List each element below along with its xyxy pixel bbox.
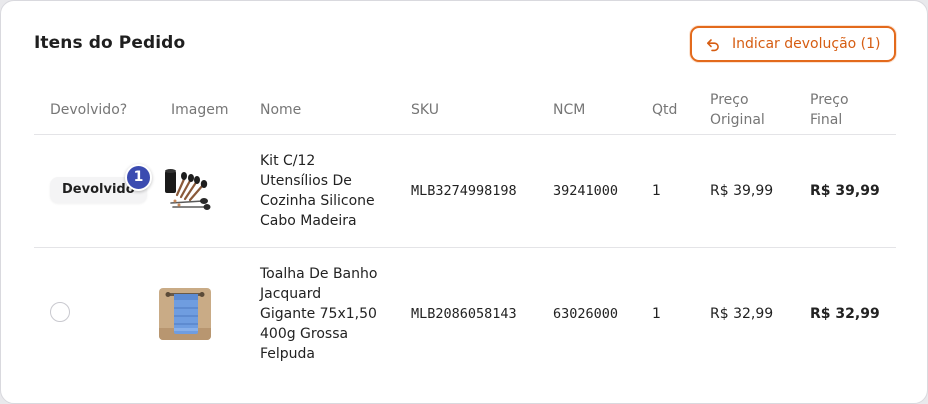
header-sku: SKU — [411, 102, 439, 118]
undo-arrow-icon — [706, 37, 720, 52]
indicate-return-button[interactable]: Indicar devolução (1) — [690, 26, 896, 62]
product-name-line: Cabo Madeira — [260, 213, 357, 229]
indicate-return-label: Indicar devolução (1) — [732, 36, 881, 52]
product-name-line: Gigante 75x1,50 — [260, 306, 377, 322]
header-original-price: Preço Original — [710, 90, 765, 130]
kitchen-utensil-set-image — [157, 165, 213, 215]
order-items-card: Itens do Pedido Indicar devolução (1) De… — [0, 0, 928, 404]
original-price: R$ 39,99 — [710, 183, 774, 199]
header-final-price: Preço Final — [810, 90, 849, 130]
product-name: Toalha De Banho Jacquard Gigante 75x1,50… — [260, 264, 377, 364]
card-title: Itens do Pedido — [34, 33, 186, 53]
header-image: Imagem — [171, 102, 229, 118]
blue-towel-image — [159, 288, 211, 340]
header-qty: Qtd — [652, 102, 678, 118]
product-name-line: Jacquard — [260, 286, 322, 302]
product-name-line: 400g Grossa — [260, 326, 349, 342]
product-sku: MLB2086058143 — [411, 306, 517, 322]
product-ncm: 63026000 — [553, 306, 619, 322]
header-final-price-line1: Preço — [810, 92, 849, 108]
returned-count-badge: 1 — [125, 164, 152, 191]
final-price: R$ 32,99 — [810, 306, 880, 322]
header-divider — [34, 134, 896, 135]
product-ncm: 39241000 — [553, 183, 619, 199]
product-sku: MLB3274998198 — [411, 183, 517, 199]
final-price: R$ 39,99 — [810, 183, 880, 199]
product-name-line: Kit C/12 — [260, 153, 316, 169]
product-qty: 1 — [652, 306, 661, 322]
product-name-line: Utensílios De — [260, 173, 352, 189]
header-original-price-line2: Original — [710, 112, 765, 128]
header-ncm: NCM — [553, 102, 586, 118]
product-name-line: Felpuda — [260, 346, 316, 362]
original-price: R$ 32,99 — [710, 306, 774, 322]
returned-checkbox[interactable] — [50, 302, 70, 322]
product-qty: 1 — [652, 183, 661, 199]
header-returned: Devolvido? — [50, 102, 128, 118]
product-name: Kit C/12 Utensílios De Cozinha Silicone … — [260, 151, 375, 231]
header-name: Nome — [260, 102, 302, 118]
row-divider — [34, 247, 896, 248]
header-original-price-line1: Preço — [710, 92, 749, 108]
product-name-line: Cozinha Silicone — [260, 193, 375, 209]
product-name-line: Toalha De Banho — [260, 266, 378, 282]
header-final-price-line2: Final — [810, 112, 843, 128]
